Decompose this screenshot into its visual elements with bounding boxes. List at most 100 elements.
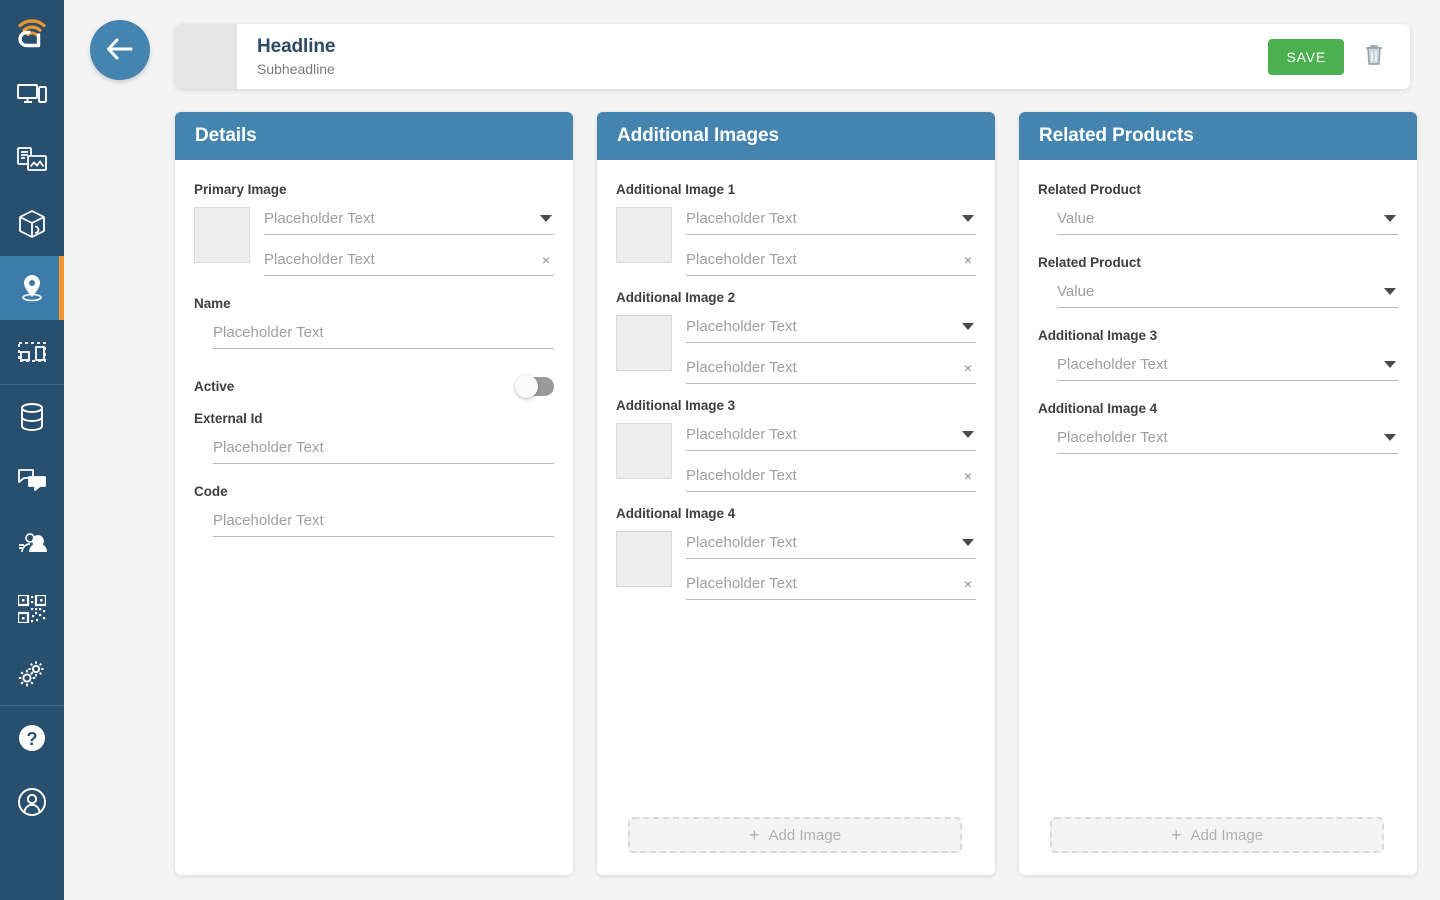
clear-icon[interactable]: × — [542, 253, 550, 267]
additional-image-thumbnail[interactable] — [616, 207, 672, 263]
primary-image-thumbnail[interactable] — [194, 207, 250, 263]
related-additional-image-select[interactable]: Placeholder Text — [1057, 349, 1398, 381]
additional-image-text-input[interactable]: Placeholder Text × — [686, 352, 976, 384]
kiosk-icon — [17, 339, 47, 365]
sidebar-item-qr-codes[interactable] — [0, 577, 64, 641]
sidebar-item-locations[interactable] — [0, 256, 64, 320]
additional-image-thumbnail[interactable] — [616, 423, 672, 479]
chevron-down-icon[interactable] — [1384, 288, 1396, 295]
additional-image-text-input[interactable]: Placeholder Text × — [686, 244, 976, 276]
chevron-down-icon[interactable] — [962, 431, 974, 438]
additional-image-field: Additional Image 1 Placeholder Text Plac… — [616, 182, 976, 276]
content-icon — [17, 147, 47, 173]
additional-image-select[interactable]: Placeholder Text — [686, 527, 976, 559]
related-product-label: Related Product — [1038, 182, 1141, 197]
sidebar-item-content[interactable] — [0, 128, 64, 192]
header-text-block: Headline Subheadline — [237, 35, 1268, 79]
additional-images-panel-body: Additional Image 1 Placeholder Text Plac… — [597, 160, 995, 875]
sidebar-item-data[interactable] — [0, 385, 64, 449]
save-button[interactable]: SAVE — [1268, 38, 1344, 75]
additional-image-text-value: Placeholder Text — [686, 359, 797, 376]
primary-image-select[interactable]: Placeholder Text — [264, 203, 554, 235]
users-icon — [17, 532, 47, 558]
additional-image-thumbnail[interactable] — [616, 315, 672, 371]
additional-image-select[interactable]: Placeholder Text — [686, 311, 976, 343]
name-input[interactable]: Placeholder Text — [213, 317, 554, 349]
related-additional-image-value: Placeholder Text — [1057, 356, 1168, 373]
clear-icon[interactable]: × — [964, 469, 972, 483]
details-panel-header: Details — [175, 112, 573, 160]
chevron-down-icon[interactable] — [962, 539, 974, 546]
top-bar: Headline Subheadline SAVE — [90, 20, 1410, 90]
details-panel-body: Primary Image Placeholder Text Placehold… — [175, 160, 573, 875]
additional-image-row: Placeholder Text Placeholder Text × — [616, 203, 976, 276]
additional-image-text-input[interactable]: Placeholder Text × — [686, 568, 976, 600]
page-title: Headline — [257, 35, 336, 57]
chevron-down-icon[interactable] — [1384, 361, 1396, 368]
sidebar-item-messages[interactable] — [0, 449, 64, 513]
clear-icon[interactable]: × — [964, 577, 972, 591]
additional-image-select[interactable]: Placeholder Text — [686, 419, 976, 451]
additional-image-select-value: Placeholder Text — [686, 318, 797, 335]
external-id-label: External Id — [194, 411, 263, 426]
active-toggle-row: Active — [194, 369, 554, 403]
add-image-button[interactable]: + Add Image — [628, 817, 962, 853]
chevron-down-icon[interactable] — [962, 215, 974, 222]
plus-icon: + — [748, 825, 760, 845]
code-input[interactable]: Placeholder Text — [213, 505, 554, 537]
related-additional-image-label: Additional Image 3 — [1038, 328, 1158, 343]
back-button[interactable] — [90, 20, 150, 80]
primary-image-label: Primary Image — [194, 182, 287, 197]
external-id-field: External Id Placeholder Text — [194, 411, 554, 464]
additional-image-thumbnail[interactable] — [616, 531, 672, 587]
clear-icon[interactable]: × — [964, 253, 972, 267]
related-product-select[interactable]: Value — [1057, 276, 1398, 308]
additional-image-inputs: Placeholder Text Placeholder Text × — [686, 527, 976, 600]
app-logo[interactable] — [0, 0, 64, 64]
sidebar-item-devices[interactable] — [0, 64, 64, 128]
chevron-down-icon[interactable] — [962, 323, 974, 330]
sidebar-item-account[interactable] — [0, 770, 64, 834]
help-icon: ? — [17, 723, 47, 753]
chevron-down-icon[interactable] — [1384, 434, 1396, 441]
additional-image-inputs: Placeholder Text Placeholder Text × — [686, 203, 976, 276]
related-additional-image-label: Additional Image 4 — [1038, 401, 1158, 416]
additional-image-select-value: Placeholder Text — [686, 426, 797, 443]
add-image-button[interactable]: + Add Image — [1050, 817, 1384, 853]
related-additional-image-field: Additional Image 3 Placeholder Text — [1038, 328, 1398, 381]
page-subtitle: Subheadline — [257, 60, 335, 77]
additional-image-label: Additional Image 2 — [616, 290, 736, 305]
code-label: Code — [194, 484, 228, 499]
sidebar-item-help[interactable]: ? — [0, 706, 64, 770]
name-field: Name Placeholder Text — [194, 296, 554, 349]
additional-image-select[interactable]: Placeholder Text — [686, 203, 976, 235]
database-icon — [19, 402, 45, 432]
primary-image-text-input[interactable]: Placeholder Text × — [264, 244, 554, 276]
sidebar-item-settings[interactable] — [0, 641, 64, 705]
additional-image-field: Additional Image 3 Placeholder Text Plac… — [616, 398, 976, 492]
sidebar-item-products[interactable] — [0, 192, 64, 256]
related-product-field: Related Product Value — [1038, 182, 1398, 235]
primary-image-select-value: Placeholder Text — [264, 210, 375, 227]
external-id-input[interactable]: Placeholder Text — [213, 432, 554, 464]
sidebar-item-users[interactable] — [0, 513, 64, 577]
related-product-select[interactable]: Value — [1057, 203, 1398, 235]
header-thumbnail[interactable] — [175, 24, 237, 89]
additional-image-text-input[interactable]: Placeholder Text × — [686, 460, 976, 492]
active-toggle[interactable] — [515, 374, 554, 398]
primary-image-field: Primary Image Placeholder Text Placehold… — [194, 182, 554, 276]
additional-image-text-value: Placeholder Text — [686, 467, 797, 484]
primary-image-row: Placeholder Text Placeholder Text × — [194, 203, 554, 276]
additional-image-row: Placeholder Text Placeholder Text × — [616, 419, 976, 492]
plus-icon: + — [1170, 825, 1182, 845]
additional-image-inputs: Placeholder Text Placeholder Text × — [686, 311, 976, 384]
sidebar-item-kiosk[interactable] — [0, 320, 64, 384]
chevron-down-icon[interactable] — [540, 215, 552, 222]
sidebar: ? — [0, 0, 64, 900]
related-additional-image-select[interactable]: Placeholder Text — [1057, 422, 1398, 454]
chat-icon — [17, 468, 47, 494]
clear-icon[interactable]: × — [964, 361, 972, 375]
account-icon — [17, 787, 47, 817]
chevron-down-icon[interactable] — [1384, 215, 1396, 222]
delete-button[interactable] — [1360, 42, 1388, 72]
